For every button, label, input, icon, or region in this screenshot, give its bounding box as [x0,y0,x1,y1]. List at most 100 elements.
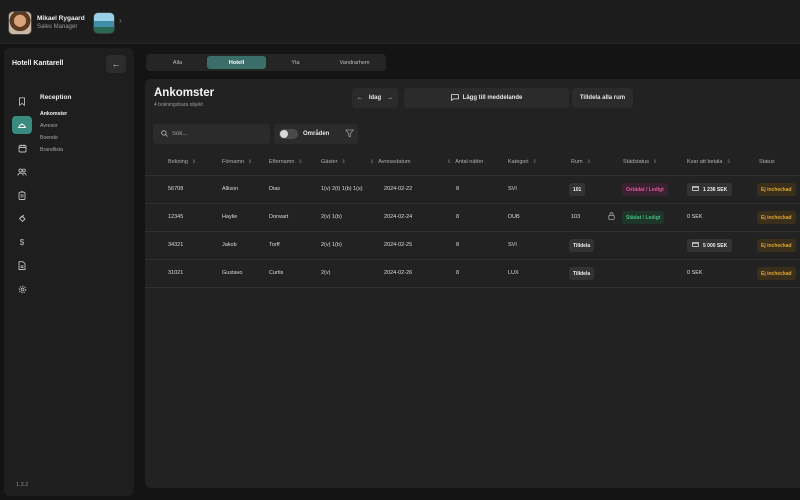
gear-icon[interactable] [12,280,32,298]
departure-date: 2024-02-24 [384,214,413,220]
cleaning-status-badge: Städat / Ledigt [622,211,665,224]
column-header-antal-natter[interactable]: ⇕ Antal nätter [447,159,483,165]
clipboard-icon[interactable] [12,186,32,204]
sidebar-item-boende[interactable]: Boende [40,132,67,144]
first-name: Haylie [222,214,238,220]
reception-bell-icon[interactable] [12,115,32,134]
hotel-thumbnail[interactable] [93,12,115,34]
column-header-status[interactable]: Status [759,159,775,165]
booking-number[interactable]: 56708 [168,186,183,192]
user-role: Sales Manager [37,24,78,30]
table-header: Bokning ⇕ Förnamn ⇕ Efternamn ⇕ Gäster ⇕ ⇕ Av… [145,152,800,176]
first-name: Jakob [222,242,237,248]
table-row[interactable]: 31021 Gustavo Curtis 2(v) 2024-02-26 8 LUX Till… [145,260,800,288]
user-info: Mikael Rygaard Sales Manager [37,14,85,32]
sort-icon: ⇕ [447,159,452,165]
sort-icon: ⇕ [248,159,253,165]
sidebar-item-avresor[interactable]: Avresor [40,120,67,132]
page-title: Ankomster [154,87,215,99]
tab-hotell[interactable]: Hotell [207,56,266,69]
arrow-left-icon[interactable]: ← [357,95,363,101]
search-input[interactable] [172,131,252,137]
sort-icon: ⇕ [370,159,375,165]
guests: 2(v) 1(b) [321,214,342,220]
column-header-rum[interactable]: Rum ⇕ [571,159,591,165]
room-number: 103 [571,214,581,220]
column-header-bokning[interactable]: Bokning ⇕ [168,159,196,165]
category: SVI [508,186,517,192]
top-bar: Mikael Rygaard Sales Manager › [0,0,800,44]
chevron-right-icon[interactable]: › [119,16,122,25]
amount-due: 5 000 SEK [703,242,728,249]
status-badge: Ej incheckad [757,239,796,252]
tab-alla[interactable]: Alla [148,56,207,69]
arrivals-table: Bokning ⇕ Förnamn ⇕ Efternamn ⇕ Gäster ⇕ ⇕ Av… [145,152,800,288]
booking-number[interactable]: 31021 [168,270,183,276]
user-name: Mikael Rygaard [37,15,85,22]
sidebar-item-ankomster[interactable]: Ankomster [40,108,67,120]
column-header-kategori[interactable]: Kategori ⇕ [508,159,537,165]
amount-due: 0 SEK [687,270,703,276]
filter-icon[interactable] [345,129,354,138]
column-header-stadstatus[interactable]: Städstatus ⇕ [623,159,657,165]
first-name: Allison [222,186,239,192]
avatar [8,11,32,35]
section-nav: Ankomster Avresor Boende Brandlista [40,108,67,156]
users-icon[interactable] [12,163,32,181]
amount-due-chip[interactable]: 5 000 SEK [687,239,733,252]
column-header-gaster[interactable]: Gäster ⇕ [321,159,346,165]
credit-card-icon [692,242,699,249]
assign-room-button[interactable]: Tilldela [569,239,595,252]
add-message-button[interactable]: Lägg till meddelande [404,88,569,108]
bookmark-icon[interactable] [12,92,32,110]
page-subtitle: 4 bokningsbara objekt [154,102,203,108]
cleaning-icon[interactable] [12,210,32,228]
arrow-right-icon[interactable]: → [387,95,393,101]
credit-card-icon [692,186,699,193]
lock-icon[interactable] [608,212,615,222]
sort-icon: ⇕ [586,159,591,165]
nights: 8 [456,214,460,220]
table-row[interactable]: 12345 Haylie Dorwart 2(v) 1(b) 2024-02-24 8 DU… [145,204,800,232]
category-tabs: Alla Hotell Yta Vandrarhem [146,54,386,71]
tab-vandrarhem[interactable]: Vandrarhem [325,56,384,69]
sort-icon: ⇕ [726,159,731,165]
tab-yta[interactable]: Yta [266,56,325,69]
assign-all-rooms-button[interactable]: Tilldela alla rum [572,88,633,108]
date-navigator: ← Idag → [352,88,398,108]
sort-icon: ⇕ [191,159,197,165]
nights: 8 [456,186,460,192]
areas-toggle-switch[interactable] [279,129,298,139]
user-card[interactable]: Mikael Rygaard Sales Manager [8,9,85,37]
collapse-sidebar-button[interactable]: ← [106,55,126,73]
column-header-avresedatum[interactable]: ⇕ Avresedatum [370,159,411,165]
search-box [153,124,270,144]
booking-number[interactable]: 34321 [168,242,183,248]
booking-number[interactable]: 12345 [168,214,183,220]
table-body: 56708 Allison Dias 1(v) 2(t) 1(b) 1(s) 2024-… [145,176,800,288]
icon-rail: $ [12,92,32,304]
column-header-fornamn[interactable]: Förnamn ⇕ [222,159,252,165]
date-label[interactable]: Idag [369,95,381,101]
amount-due: 0 SEK [687,214,703,220]
amount-due-chip[interactable]: 1 236 SEK [687,183,733,196]
sidebar-item-brandlista[interactable]: Brandlista [40,144,67,156]
calendar-icon[interactable] [12,139,32,157]
sidebar: Hotell Kantarell ← $ Reception Ankomster [4,48,134,496]
assign-room-button[interactable]: Tilldela [569,267,595,280]
amount-due: 1 236 SEK [703,186,728,193]
sort-icon: ⇕ [653,159,658,165]
room-number[interactable]: 101 [569,183,586,196]
guests: 2(v) [321,270,331,276]
document-icon[interactable] [12,257,32,275]
column-header-kvar-att-betala[interactable]: Kvar att betala ⇕ [687,159,731,165]
dollar-icon[interactable]: $ [12,233,32,251]
nights: 8 [456,242,460,248]
category: DUB [508,214,520,220]
column-header-efternamn[interactable]: Efternamn ⇕ [269,159,303,165]
status-badge: Ej incheckad [757,183,796,196]
guests: 2(v) 1(b) [321,242,342,248]
departure-date: 2024-02-25 [384,242,413,248]
table-row[interactable]: 56708 Allison Dias 1(v) 2(t) 1(b) 1(s) 2024-… [145,176,800,204]
table-row[interactable]: 34321 Jakob Torff 2(v) 1(b) 2024-02-25 8 SVI Ti… [145,232,800,260]
